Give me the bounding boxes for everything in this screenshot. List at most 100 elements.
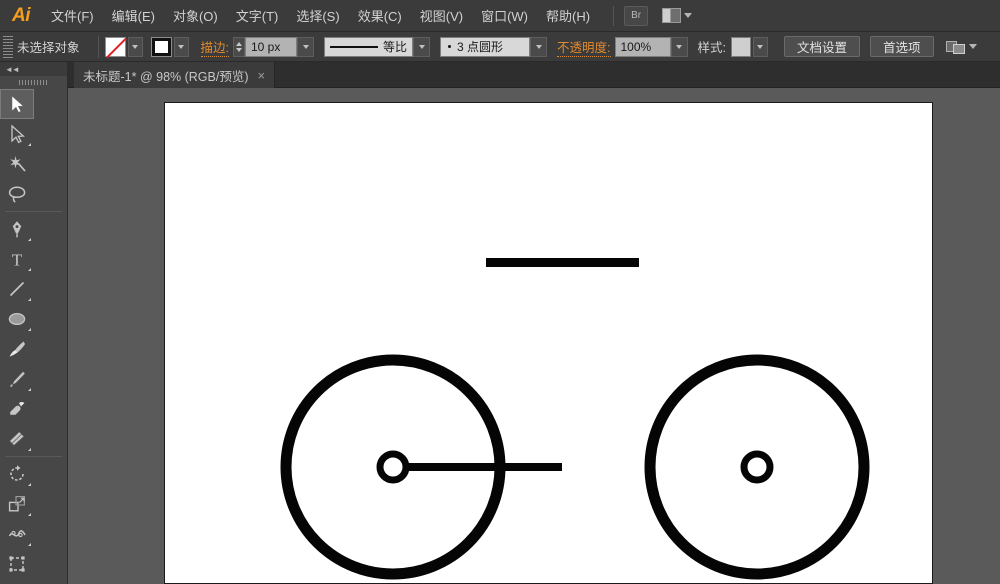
paintbrush-icon bbox=[7, 339, 27, 359]
stroke-profile-label: 等比 bbox=[383, 38, 407, 55]
artwork-svg bbox=[165, 103, 934, 584]
brush-definition-dropdown[interactable] bbox=[530, 37, 547, 57]
ellipse-icon bbox=[7, 309, 27, 329]
fill-dropdown-button[interactable] bbox=[128, 37, 143, 57]
free-transform-tool[interactable] bbox=[0, 549, 34, 579]
type-T-icon: T bbox=[7, 249, 27, 269]
tool-flyout-corner-icon bbox=[28, 298, 31, 301]
canvas-area[interactable] bbox=[68, 88, 1000, 584]
tool-flyout-corner-icon bbox=[28, 238, 31, 241]
menu-edit[interactable]: 编辑(E) bbox=[103, 0, 164, 32]
app-logo: Ai bbox=[0, 0, 42, 32]
opacity-label[interactable]: 不透明度: bbox=[557, 37, 610, 57]
handlebar-rect[interactable] bbox=[486, 258, 639, 267]
collapse-panel-icon[interactable]: ◄◄ bbox=[5, 65, 19, 74]
pencil-icon bbox=[7, 369, 27, 389]
document-tab[interactable]: 未标题-1* @ 98% (RGB/预览) × bbox=[74, 62, 275, 88]
graphic-style-dropdown[interactable] bbox=[753, 37, 768, 57]
stroke-weight-input[interactable]: 10 px bbox=[245, 37, 297, 57]
preferences-button[interactable]: 首选项 bbox=[870, 36, 934, 57]
tools-divider bbox=[5, 211, 62, 212]
stroke-profile-select[interactable]: 等比 bbox=[324, 37, 413, 57]
stroke-weight-dropdown[interactable] bbox=[297, 37, 314, 57]
pencil-tool[interactable] bbox=[0, 364, 34, 394]
left-wheel-hub[interactable] bbox=[380, 454, 406, 480]
right-wheel-outer[interactable] bbox=[650, 360, 864, 574]
menu-help[interactable]: 帮助(H) bbox=[537, 0, 599, 32]
arrow-solid-icon bbox=[7, 94, 27, 114]
magic-wand-tool[interactable] bbox=[0, 149, 34, 179]
brush-definition-label: 3 点圆形 bbox=[457, 38, 503, 55]
brush-definition-select[interactable]: 3 点圆形 bbox=[440, 37, 530, 57]
ellipse-tool[interactable] bbox=[0, 304, 34, 334]
menu-select[interactable]: 选择(S) bbox=[287, 0, 348, 32]
stroke-profile-dropdown[interactable] bbox=[413, 37, 430, 57]
chevron-down-icon bbox=[684, 13, 692, 18]
blob-brush-tool[interactable] bbox=[0, 394, 34, 424]
opacity-input[interactable]: 100% bbox=[615, 37, 671, 57]
tools-panel-grip[interactable] bbox=[0, 76, 67, 89]
free-transform-icon bbox=[7, 554, 27, 574]
tool-flyout-corner-icon bbox=[28, 268, 31, 271]
tool-flyout-corner-icon bbox=[28, 448, 31, 451]
line-segment-tool[interactable] bbox=[0, 274, 34, 304]
artboard[interactable] bbox=[164, 102, 933, 584]
right-wheel-hub[interactable] bbox=[744, 454, 770, 480]
stroke-weight-stepper[interactable] bbox=[233, 37, 245, 57]
menu-file[interactable]: 文件(F) bbox=[42, 0, 103, 32]
tool-flyout-corner-icon bbox=[28, 543, 31, 546]
blob-brush-icon bbox=[7, 399, 27, 419]
scale-tool[interactable] bbox=[0, 489, 34, 519]
chevron-down-icon bbox=[178, 45, 184, 49]
opacity-dropdown[interactable] bbox=[671, 37, 688, 57]
direct-selection-tool[interactable] bbox=[0, 119, 34, 149]
lasso-tool[interactable] bbox=[0, 179, 34, 209]
fill-swatch[interactable] bbox=[105, 37, 126, 57]
chevron-down-icon[interactable] bbox=[969, 44, 977, 49]
close-icon[interactable]: × bbox=[258, 69, 266, 82]
workspace-switcher-icon bbox=[662, 8, 681, 23]
selection-status-label: 未选择对象 bbox=[17, 37, 80, 56]
eraser-tool[interactable] bbox=[0, 424, 34, 454]
chevron-down-icon bbox=[536, 45, 542, 49]
chevron-down-icon bbox=[757, 45, 763, 49]
menu-object[interactable]: 对象(O) bbox=[164, 0, 227, 32]
selection-tool[interactable] bbox=[0, 89, 34, 119]
menu-view[interactable]: 视图(V) bbox=[411, 0, 472, 32]
pen-icon bbox=[7, 219, 27, 239]
tool-flyout-corner-icon bbox=[28, 388, 31, 391]
tool-grid: T bbox=[0, 89, 67, 584]
bridge-button[interactable]: Br bbox=[624, 6, 648, 26]
control-bar-grip[interactable] bbox=[3, 36, 13, 58]
paintbrush-tool[interactable] bbox=[0, 334, 34, 364]
graphic-style-swatch[interactable] bbox=[731, 37, 751, 57]
align-to-pixel-icon[interactable] bbox=[946, 39, 964, 54]
menu-items: 文件(F)编辑(E)对象(O)文字(T)选择(S)效果(C)视图(V)窗口(W)… bbox=[42, 0, 599, 32]
chevron-down-icon bbox=[303, 45, 309, 49]
type-tool[interactable]: T bbox=[0, 244, 34, 274]
shape-builder-tool[interactable] bbox=[0, 579, 34, 584]
brush-preview-icon bbox=[448, 45, 451, 48]
workspace-switcher[interactable] bbox=[662, 8, 692, 23]
line-segment-icon bbox=[7, 279, 27, 299]
grip-dots-icon bbox=[19, 80, 49, 85]
chevron-down-icon bbox=[132, 45, 138, 49]
stroke-label[interactable]: 描边: bbox=[201, 37, 229, 57]
document-tab-label: 未标题-1* @ 98% (RGB/预览) bbox=[83, 66, 249, 85]
tools-panel-header[interactable]: ◄◄ bbox=[0, 62, 67, 76]
pen-tool[interactable] bbox=[0, 214, 34, 244]
document-setup-button[interactable]: 文档设置 bbox=[784, 36, 860, 57]
tools-divider bbox=[5, 456, 62, 457]
menu-effect[interactable]: 效果(C) bbox=[349, 0, 411, 32]
stroke-dropdown-button[interactable] bbox=[174, 37, 189, 57]
rotate-tool[interactable] bbox=[0, 459, 34, 489]
tool-flyout-corner-icon bbox=[28, 328, 31, 331]
chevron-down-icon bbox=[676, 45, 682, 49]
menu-window[interactable]: 窗口(W) bbox=[472, 0, 537, 32]
stroke-swatch[interactable] bbox=[151, 37, 172, 57]
stepper-up-icon bbox=[236, 42, 242, 46]
width-tool[interactable] bbox=[0, 519, 34, 549]
lasso-icon bbox=[7, 184, 27, 204]
tools-panel: ◄◄ T ⇄ bbox=[0, 62, 68, 584]
menu-type[interactable]: 文字(T) bbox=[227, 0, 288, 32]
